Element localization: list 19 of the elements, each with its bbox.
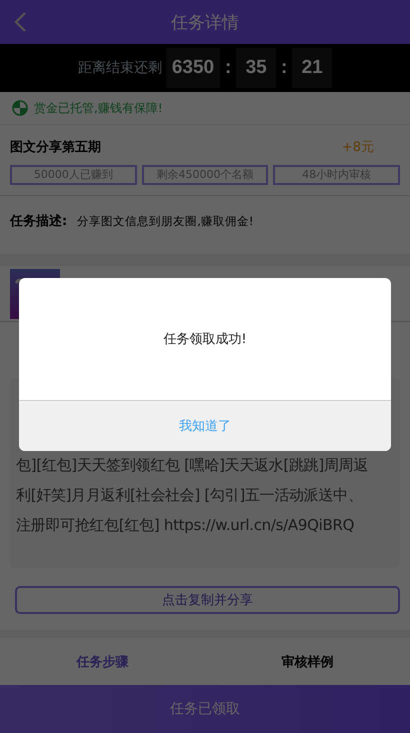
page-title: 任务详情 bbox=[171, 12, 239, 34]
countdown-colon: : bbox=[224, 57, 232, 79]
claimed-button[interactable]: 任务已领取 bbox=[0, 685, 410, 733]
countdown-digits: 21 bbox=[292, 48, 332, 88]
countdown-digits: 35 bbox=[236, 48, 276, 88]
countdown-label: 距离结束还剩 bbox=[78, 59, 162, 77]
share-text: 包][红包]天天签到领红包 [嘿哈]天天返水[跳跳]周周返 利[奸笑]月月返利[社会社会] [勾引]五一活动派送中、 注册即可抢红包[红包] https://w.url.cn/s/A9QiBRQ bbox=[16, 455, 370, 536]
acknowledge-button[interactable]: 我知道了 bbox=[19, 401, 391, 451]
countdown-digits: 6350 bbox=[166, 48, 220, 88]
copy-share-button[interactable]: 点击复制并分享 bbox=[15, 586, 400, 614]
guarantee-text: 赏金已托管,赚钱有保障! bbox=[34, 100, 163, 116]
back-icon[interactable] bbox=[12, 11, 28, 33]
task-title: 图文分享第五期 bbox=[10, 138, 101, 156]
description-label: 任务描述: bbox=[10, 213, 68, 230]
description-text: 分享图文信息到朋友圈,赚取佣金! bbox=[77, 214, 254, 228]
shield-icon bbox=[12, 100, 28, 116]
dialog-message: 任务领取成功! bbox=[163, 331, 247, 348]
countdown-colon: : bbox=[280, 57, 288, 79]
reward-amount: +8元 bbox=[342, 139, 374, 156]
